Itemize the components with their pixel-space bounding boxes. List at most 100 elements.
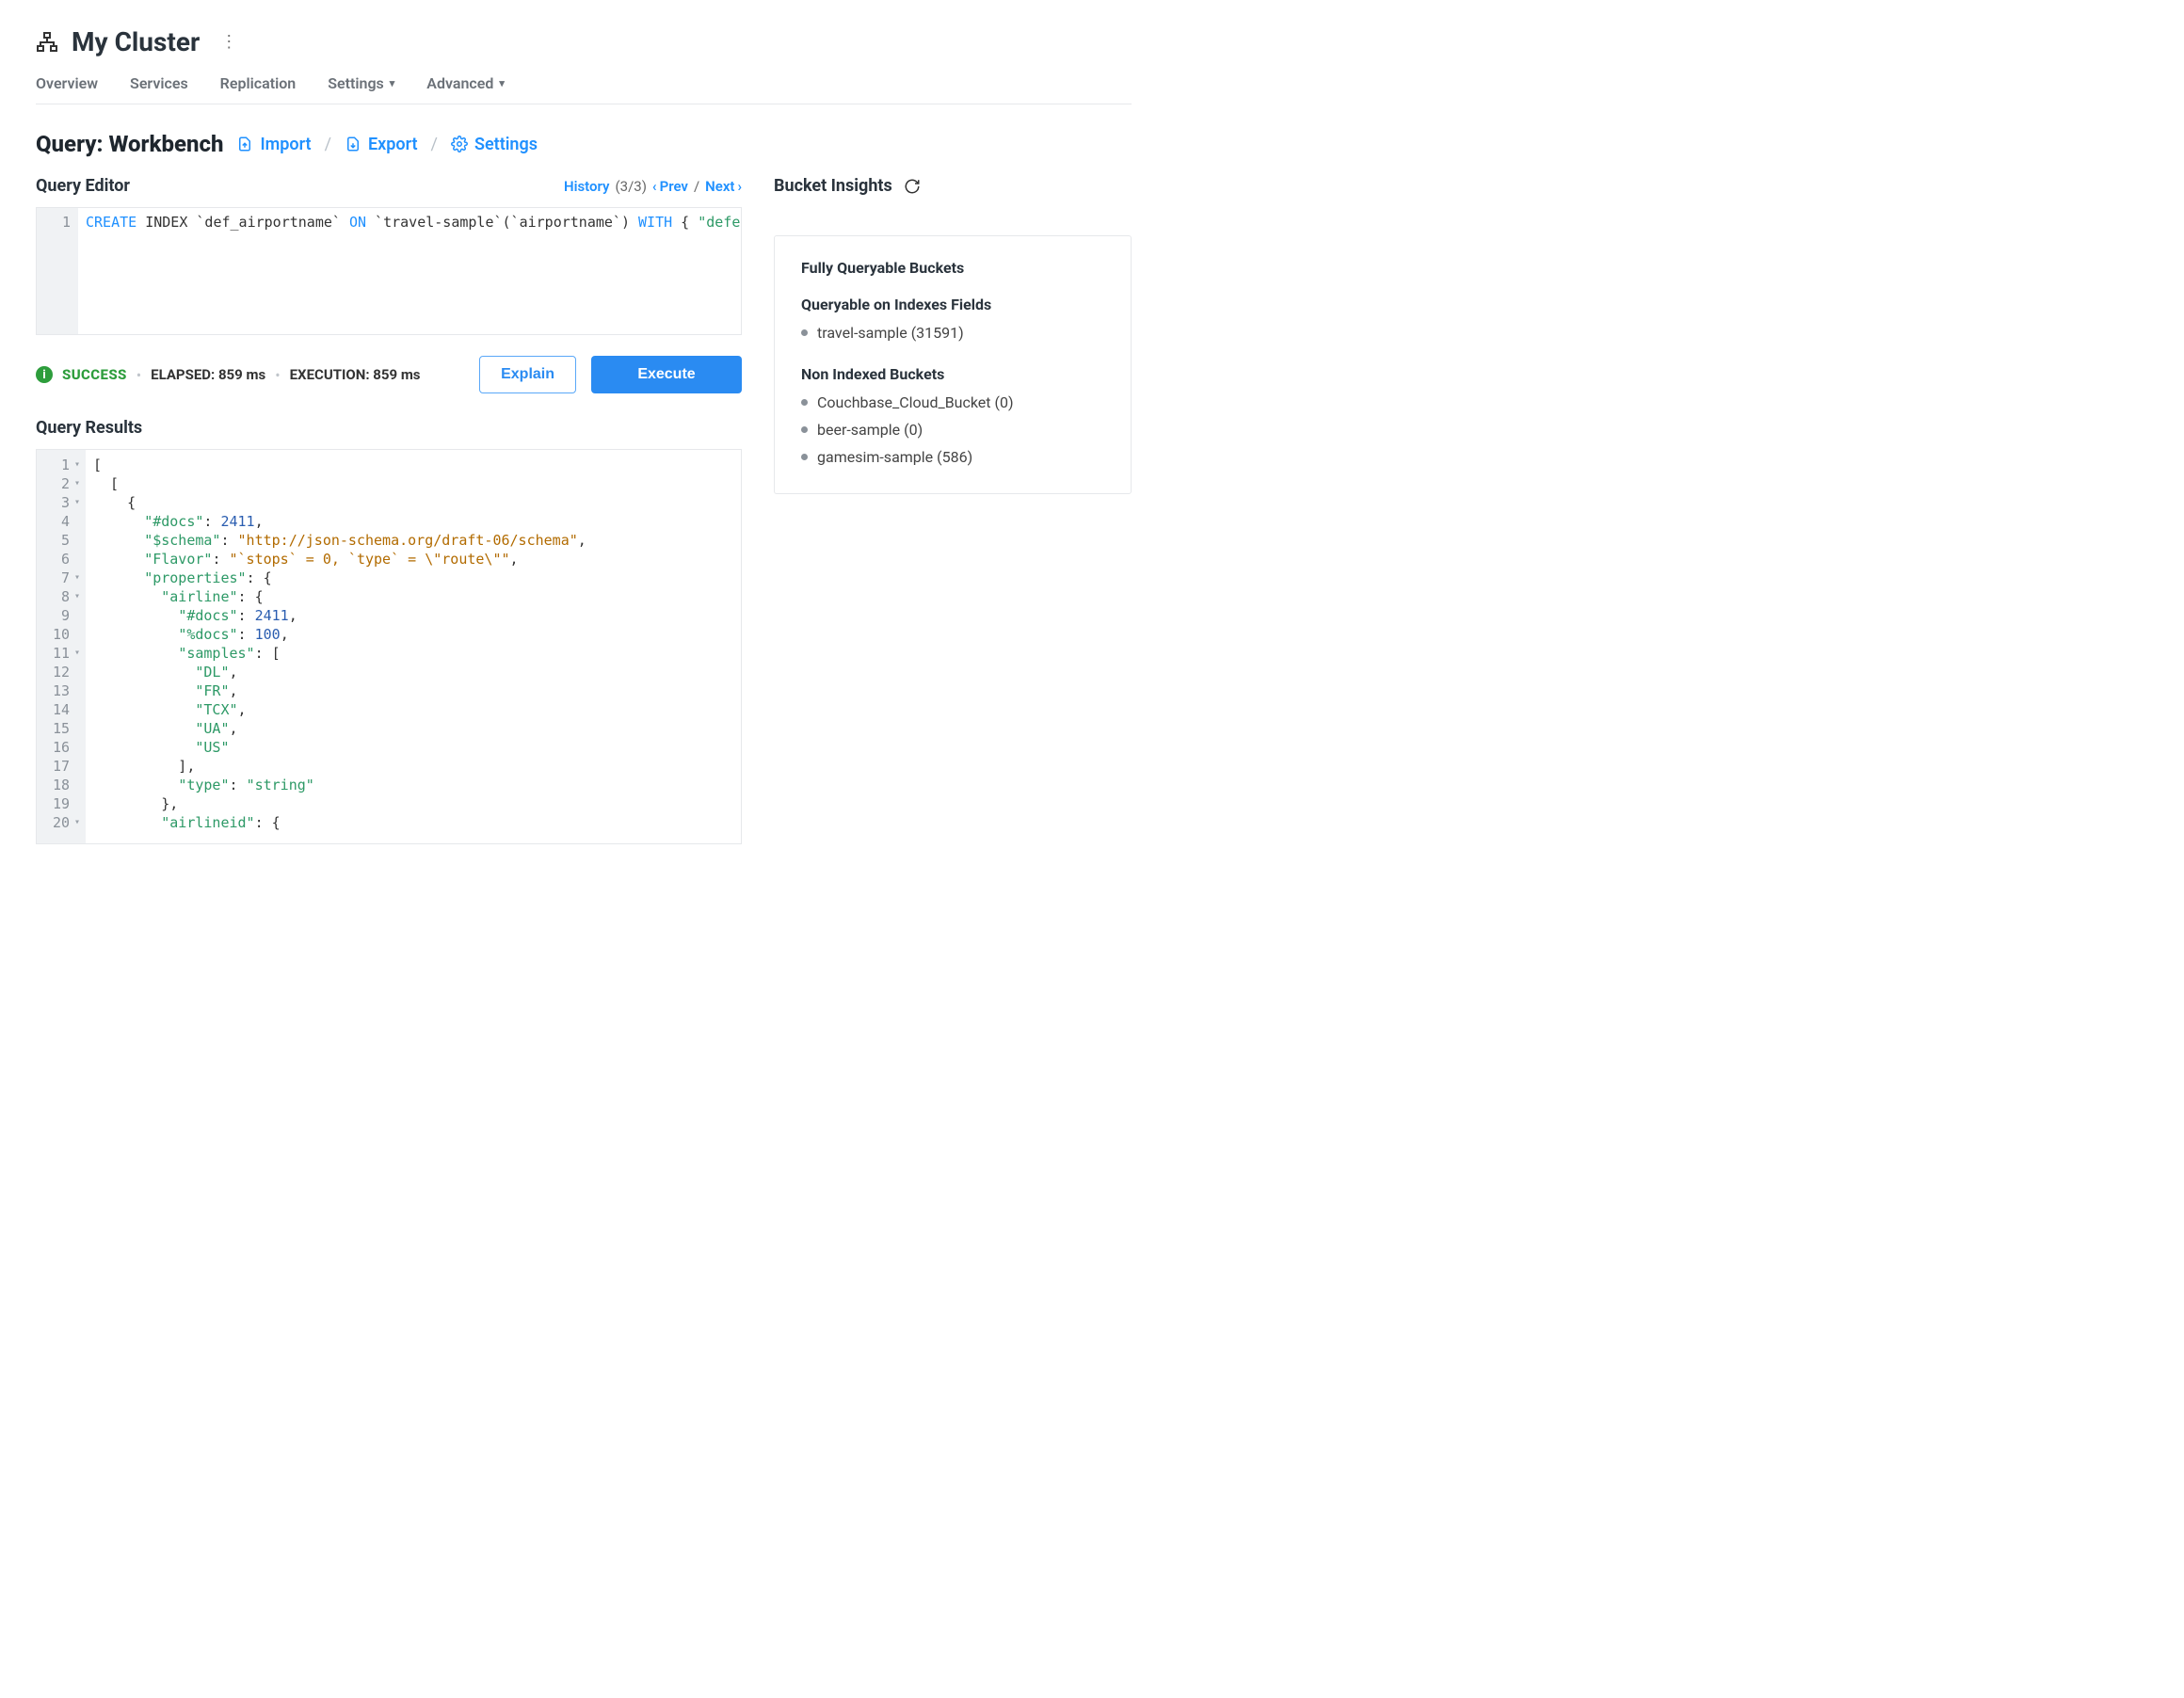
result-line: { <box>93 493 733 512</box>
kebab-menu-icon[interactable]: ⋮ <box>213 28 245 56</box>
fold-icon[interactable]: ▾ <box>72 474 80 493</box>
line-number: 19 <box>37 794 80 813</box>
explain-button[interactable]: Explain <box>479 356 576 393</box>
bullet-dot-icon <box>801 399 808 406</box>
execute-button[interactable]: Execute <box>591 356 742 393</box>
export-button[interactable]: Export <box>345 135 418 154</box>
line-number: 6 <box>37 550 80 569</box>
chevron-left-icon: ‹ <box>652 178 657 195</box>
line-number: 18 <box>37 776 80 794</box>
prev-label: Prev <box>660 178 688 195</box>
separator: / <box>694 178 699 195</box>
bucket-item[interactable]: gamesim-sample (586) <box>801 443 1104 471</box>
results-title: Query Results <box>36 418 742 438</box>
export-icon <box>345 136 361 152</box>
tab-label: Settings <box>328 74 384 92</box>
import-button[interactable]: Import <box>236 135 311 154</box>
settings-button[interactable]: Settings <box>451 135 538 154</box>
line-number: 20▾ <box>37 813 80 832</box>
history-link[interactable]: History <box>564 178 610 195</box>
line-number: 16 <box>37 738 80 757</box>
line-number: 13 <box>37 681 80 700</box>
button-group: Explain Execute <box>479 356 742 393</box>
status-success: SUCCESS <box>62 366 127 383</box>
chevron-right-icon: › <box>737 178 742 195</box>
result-line: "#docs": 2411, <box>93 606 733 625</box>
next-label: Next <box>705 178 734 195</box>
fold-icon[interactable]: ▾ <box>72 456 80 474</box>
query-editor-box: 1 CREATE INDEX `def_airportname` ON `tra… <box>36 207 742 335</box>
separator: / <box>431 135 438 154</box>
page-title: Query: Workbench <box>36 131 223 157</box>
bucket-label: travel-sample (31591) <box>817 324 964 342</box>
tab-advanced[interactable]: Advanced▾ <box>426 74 505 92</box>
insights-header: Bucket Insights <box>774 176 1132 196</box>
tab-services[interactable]: Services <box>130 74 188 92</box>
cluster-title: My Cluster <box>72 26 200 57</box>
bucket-label: beer-sample (0) <box>817 421 923 439</box>
editor-header: Query Editor History (3/3) ‹Prev / Next› <box>36 176 742 196</box>
line-number: 7▾ <box>37 569 80 587</box>
next-button[interactable]: Next› <box>705 178 742 195</box>
result-line: "properties": { <box>93 569 733 587</box>
line-number: 12 <box>37 663 80 681</box>
result-line: [ <box>93 474 733 493</box>
query-token: `travel-sample`(`airportname`) <box>366 214 638 231</box>
line-number: 14 <box>37 700 80 719</box>
chevron-down-icon: ▾ <box>390 77 395 89</box>
page-title-row: Query: Workbench Import / Export / Setti… <box>36 131 1132 157</box>
query-editor-textarea[interactable]: CREATE INDEX `def_airportname` ON `trave… <box>78 208 741 334</box>
prev-button[interactable]: ‹Prev <box>652 178 688 195</box>
result-line: "UA", <box>93 719 733 738</box>
line-number: 9 <box>37 606 80 625</box>
fold-icon[interactable]: ▾ <box>72 493 80 512</box>
line-number: 5 <box>37 531 80 550</box>
result-line: "TCX", <box>93 700 733 719</box>
query-token: CREATE <box>86 214 136 231</box>
tab-label: Services <box>130 74 188 92</box>
line-number: 1 <box>37 214 71 231</box>
line-number: 15 <box>37 719 80 738</box>
cluster-tabs: Overview Services Replication Settings▾ … <box>36 74 1132 104</box>
refresh-icon[interactable] <box>904 178 921 195</box>
result-line: "samples": [ <box>93 644 733 663</box>
tab-replication[interactable]: Replication <box>220 74 297 92</box>
query-token: { <box>672 214 698 231</box>
bullet-dot-icon <box>801 329 808 336</box>
fold-icon[interactable]: ▾ <box>72 644 80 663</box>
left-column: Query Editor History (3/3) ‹Prev / Next›… <box>36 176 742 844</box>
bucket-label: gamesim-sample (586) <box>817 448 972 466</box>
result-line: "DL", <box>93 663 733 681</box>
tab-overview[interactable]: Overview <box>36 74 98 92</box>
settings-label: Settings <box>474 135 538 154</box>
result-line: "%docs": 100, <box>93 625 733 644</box>
line-number: 8▾ <box>37 587 80 606</box>
line-number: 10 <box>37 625 80 644</box>
insights-panel: Fully Queryable BucketsQueryable on Inde… <box>774 235 1132 494</box>
gear-icon <box>451 136 468 152</box>
history-count: (3/3) <box>616 178 647 195</box>
insights-group-title: Fully Queryable Buckets <box>801 259 1104 277</box>
bucket-item[interactable]: beer-sample (0) <box>801 416 1104 443</box>
results-code[interactable]: [ [ { "#docs": 2411, "$schema": "http://… <box>86 450 741 843</box>
separator: • <box>136 366 141 384</box>
query-token: "defer <box>698 214 741 231</box>
result-line: "FR", <box>93 681 733 700</box>
tab-label: Overview <box>36 74 98 92</box>
results-box: 1▾2▾3▾4567▾8▾91011▾121314151617181920▾ [… <box>36 449 742 844</box>
fold-icon[interactable]: ▾ <box>72 569 80 587</box>
tab-settings[interactable]: Settings ▾ <box>328 74 394 92</box>
query-token: WITH <box>638 214 672 231</box>
separator: • <box>275 366 280 384</box>
bucket-item[interactable]: travel-sample (31591) <box>801 319 1104 346</box>
fold-icon[interactable]: ▾ <box>72 813 80 832</box>
bucket-item[interactable]: Couchbase_Cloud_Bucket (0) <box>801 389 1104 416</box>
result-line: [ <box>93 456 733 474</box>
fold-icon[interactable]: ▾ <box>72 587 80 606</box>
line-number: 4 <box>37 512 80 531</box>
result-line: "$schema": "http://json-schema.org/draft… <box>93 531 733 550</box>
chevron-down-icon: ▾ <box>499 77 505 89</box>
query-token: INDEX `def_airportname` <box>136 214 349 231</box>
sitemap-icon <box>36 31 58 54</box>
export-label: Export <box>368 135 418 154</box>
